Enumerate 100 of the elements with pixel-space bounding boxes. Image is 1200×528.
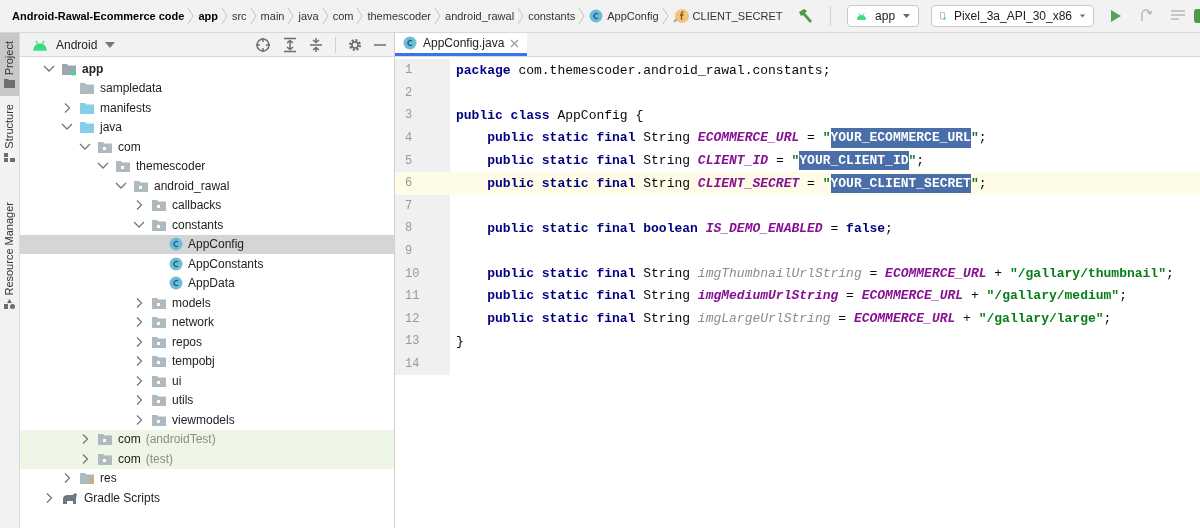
breadcrumb[interactable]: com	[332, 7, 354, 25]
folder-icon	[79, 100, 95, 115]
folder-icon	[151, 295, 167, 310]
breadcrumb[interactable]: android_rawal	[445, 7, 515, 25]
breadcrumb[interactable]: app	[198, 7, 218, 25]
folder-icon	[151, 373, 167, 388]
caret-icon	[903, 13, 910, 19]
chevron-icon[interactable]	[42, 63, 56, 74]
folder-icon	[97, 432, 113, 447]
line-number: 12	[395, 307, 450, 331]
device-dropdown[interactable]: Pixel_3a_API_30_x86	[931, 5, 1094, 27]
breadcrumb[interactable]: CLIENT_SECRET	[672, 7, 783, 25]
line-number: 1	[395, 59, 450, 82]
editor-tab[interactable]: AppConfig.java	[395, 33, 528, 56]
folder-icon	[151, 354, 167, 369]
class-icon	[169, 276, 183, 291]
chevron-icon[interactable]	[114, 180, 128, 191]
line-number: 14	[395, 352, 450, 376]
tool-window-tab[interactable]: Structure	[0, 96, 19, 170]
line-number: 6	[395, 171, 450, 195]
line-number: 5	[395, 149, 450, 172]
folder-icon	[151, 198, 167, 213]
locate-icon[interactable]	[255, 36, 271, 53]
code-line: public static final String imgThumbnailUrlString = ECOMMERCE_URL + "/gallary/thumbnail";	[486, 264, 1175, 283]
caret-icon	[105, 41, 116, 48]
settings-icon[interactable]	[348, 37, 362, 52]
code-line: public static final boolean IS_DEMO_ENABLED = false;	[486, 219, 894, 238]
module-dropdown[interactable]: app	[847, 5, 919, 27]
breadcrumb[interactable]: themescoder	[367, 7, 431, 25]
line-number: 13	[395, 330, 450, 353]
folder-icon	[115, 159, 131, 174]
collapse-all-icon[interactable]	[309, 36, 323, 53]
tree-item[interactable]: res	[20, 468, 394, 488]
folder-icon	[79, 81, 95, 96]
folder-icon	[151, 412, 167, 427]
tree-item[interactable]: viewmodels	[20, 410, 394, 430]
tree-item[interactable]: AppConstants	[20, 254, 394, 274]
caret-icon	[1080, 13, 1085, 19]
folder-icon	[151, 315, 167, 330]
chevron-icon[interactable]	[78, 141, 92, 152]
minimize-icon[interactable]	[374, 42, 386, 47]
tree-item[interactable]: tempobj	[20, 351, 394, 371]
chevron-icon[interactable]	[132, 219, 146, 230]
code-line: public static final String imgLargeUrlString = ECOMMERCE_URL + "/gallary/large";	[486, 310, 1113, 329]
tree-item[interactable]: app	[20, 59, 394, 79]
close-icon[interactable]	[510, 38, 520, 48]
tree-item[interactable]: com (test)	[20, 449, 394, 469]
separator-icon	[578, 7, 587, 25]
rerun-icon[interactable]	[1138, 8, 1154, 24]
tree-item[interactable]: ui	[20, 371, 394, 391]
tree-item[interactable]: utils	[20, 390, 394, 410]
breadcrumb[interactable]: Android-Rawal-Ecommerce code	[12, 7, 185, 25]
breadcrumb[interactable]: src	[231, 7, 247, 25]
expand-all-icon[interactable]	[283, 36, 297, 53]
separator-icon	[434, 7, 442, 25]
separator-icon	[287, 7, 296, 25]
tree-item[interactable]: java	[20, 117, 394, 137]
line-number: 9	[395, 239, 450, 263]
tree-item[interactable]: Gradle Scripts	[20, 488, 394, 508]
breadcrumb[interactable]: constants	[528, 7, 576, 25]
folder-icon	[151, 334, 167, 349]
android-icon	[856, 10, 868, 22]
debug-icon[interactable]	[1194, 9, 1200, 23]
tree-item[interactable]: AppData	[20, 273, 394, 293]
folder-icon	[151, 393, 167, 408]
field-icon	[672, 8, 689, 24]
folder-icon	[61, 61, 77, 76]
code-line: }	[455, 332, 465, 351]
tree-item[interactable]: constants	[20, 215, 394, 235]
view-dropdown[interactable]: Android	[32, 35, 116, 54]
android-icon	[32, 38, 48, 51]
line-number: 2	[395, 81, 450, 105]
breadcrumb[interactable]: AppConfig	[589, 7, 659, 25]
tree-item[interactable]: network	[20, 312, 394, 332]
folder-icon	[79, 471, 95, 486]
tree-item[interactable]: repos	[20, 332, 394, 352]
folder-icon	[151, 217, 167, 232]
hammer-icon[interactable]	[796, 8, 814, 24]
separator-icon	[356, 7, 365, 25]
folder-icon	[4, 79, 15, 89]
tree-item[interactable]: manifests	[20, 98, 394, 118]
class-icon	[169, 237, 183, 252]
tree-item[interactable]: AppConfig	[20, 234, 394, 254]
line-number: 7	[395, 194, 450, 218]
tree-item[interactable]: models	[20, 293, 394, 313]
breadcrumb[interactable]: main	[260, 7, 285, 25]
tree-item[interactable]: android_rawal	[20, 176, 394, 196]
tree-item[interactable]: callbacks	[20, 195, 394, 215]
tree-item[interactable]: com (androidTest)	[20, 429, 394, 449]
tree-item[interactable]: themescoder	[20, 156, 394, 176]
class-icon	[169, 256, 183, 271]
tool-window-tab[interactable]: Resource Manager	[0, 193, 19, 318]
tool-window-tab[interactable]: Project	[0, 33, 19, 97]
class-icon	[589, 9, 604, 23]
run-icon[interactable]	[1110, 9, 1122, 23]
separator-icon	[249, 7, 258, 25]
breadcrumb[interactable]: java	[298, 7, 319, 25]
tree-item[interactable]: sampledata	[20, 78, 394, 98]
code-line: package com.themescoder.android_rawal.constants;	[455, 61, 832, 80]
tree-item[interactable]: com	[20, 137, 394, 157]
